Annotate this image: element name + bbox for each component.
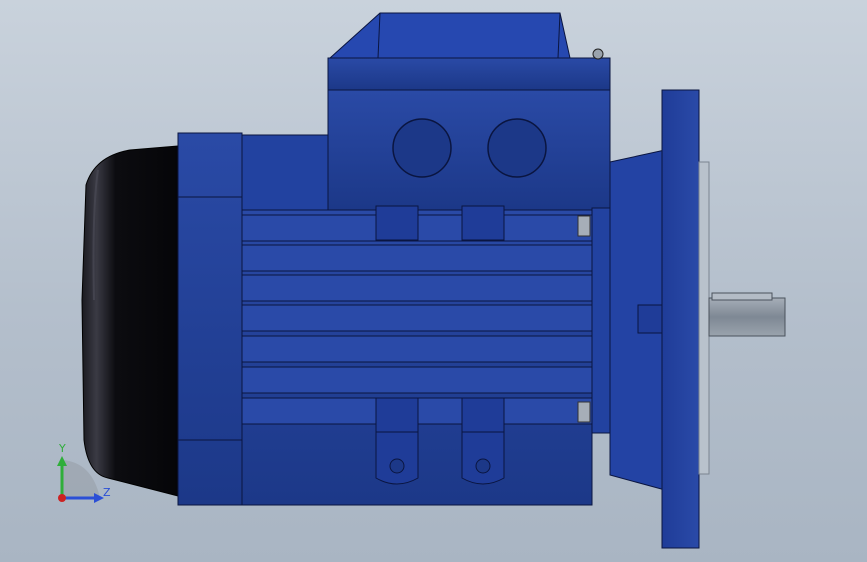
terminal-box bbox=[327, 12, 611, 211]
shaft bbox=[708, 292, 786, 337]
triad-z-label: Z bbox=[103, 486, 111, 499]
fan-cover bbox=[81, 145, 179, 497]
origin-point bbox=[58, 494, 66, 502]
motor-model[interactable] bbox=[0, 0, 867, 562]
flange bbox=[661, 89, 710, 549]
cad-viewport[interactable]: Y Z bbox=[0, 0, 867, 562]
cable-gland-hole-right bbox=[487, 118, 547, 178]
cable-gland-hole-left bbox=[392, 118, 452, 178]
triad-y-label: Y bbox=[59, 442, 66, 455]
cooling-fins bbox=[241, 214, 593, 425]
